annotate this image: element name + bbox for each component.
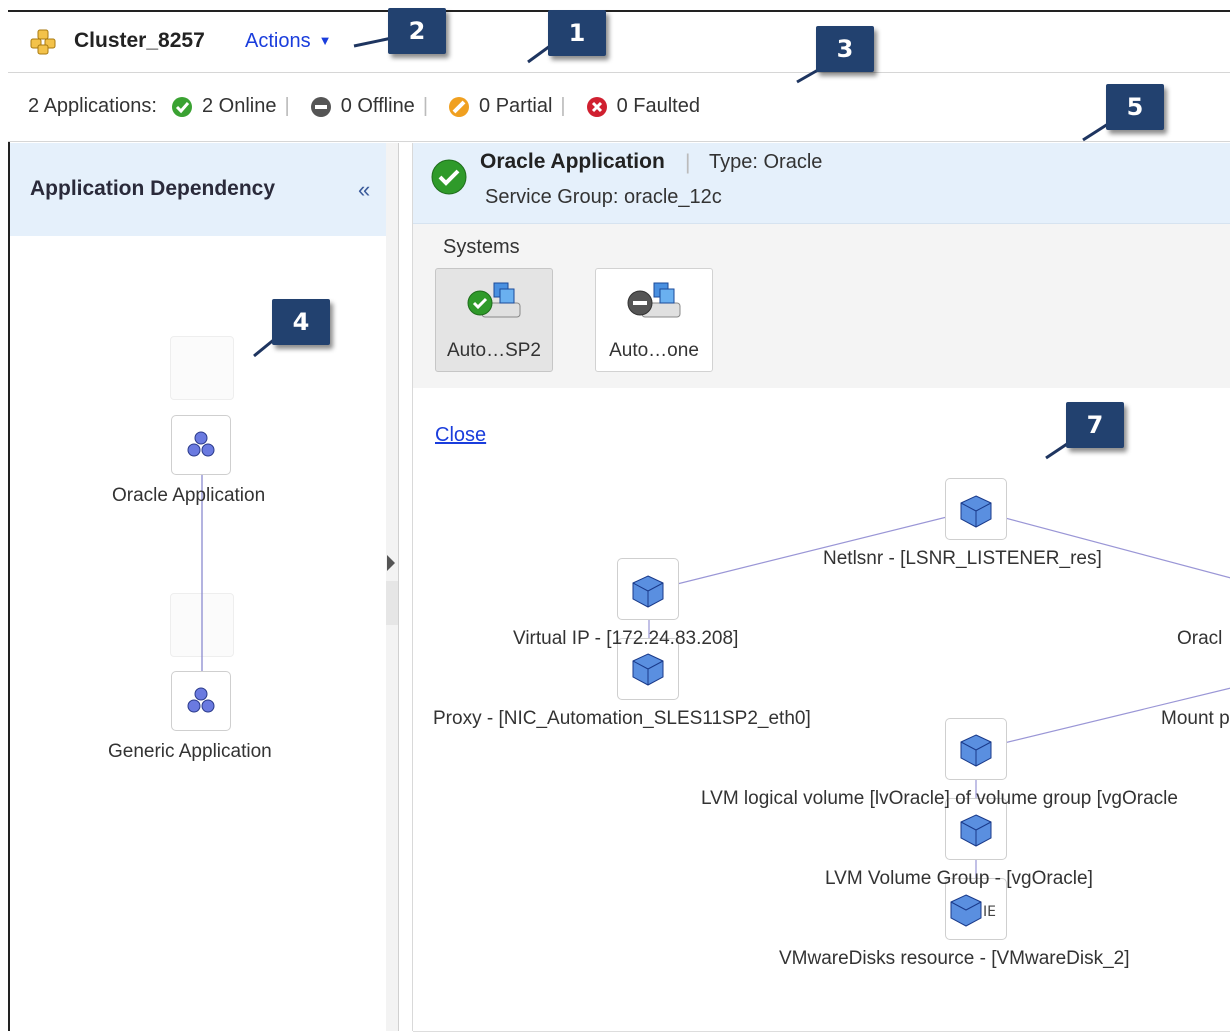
app-node-label: Generic Application <box>108 741 272 762</box>
caret-down-icon: ▼ <box>318 33 332 48</box>
resource-label: Virtual IP - [172.24.83.208] <box>513 628 739 649</box>
cluster-name: Cluster_8257 <box>74 29 205 52</box>
separator: | <box>685 151 691 174</box>
application-details-panel: Oracle Application | Type: Oracle Servic… <box>412 143 1230 1032</box>
online-count[interactable]: 2 Online <box>202 95 277 118</box>
actions-dropdown[interactable]: Actions ▼ <box>245 30 331 53</box>
actions-label: Actions <box>245 30 311 52</box>
application-dependency-panel: Application Dependency « Oracle Applicat… <box>10 143 387 1031</box>
resource-label: LVM Volume Group - [vgOracle] <box>825 868 1093 889</box>
vmware-disk-icon: IE <box>950 894 996 927</box>
system-label: Auto…SP2 <box>447 340 541 361</box>
app-node-oracle[interactable] <box>171 415 231 475</box>
cube-icon <box>960 495 992 528</box>
resource-label: Netlsnr - [LSNR_LISTENER_res] <box>823 548 1102 569</box>
application-icon <box>187 687 215 713</box>
separator: | <box>284 95 290 117</box>
resource-label: VMwareDisks resource - [VMwareDisk_2] <box>779 948 1130 969</box>
systems-label: Systems <box>443 236 520 258</box>
panel-splitter[interactable] <box>386 143 399 1031</box>
resource-label: Proxy - [NIC_Automation_SLES11SP2_eth0] <box>433 708 811 729</box>
system-label: Auto…one <box>609 340 699 361</box>
cube-icon <box>960 734 992 767</box>
dependency-lines <box>201 443 203 703</box>
application-type: Type: Oracle <box>709 151 823 173</box>
cube-icon <box>960 814 992 847</box>
callout-7: 7 <box>1066 402 1124 448</box>
svg-text:IE: IE <box>983 904 996 920</box>
application-name: Oracle Application <box>480 150 665 173</box>
system-offline-icon <box>627 282 681 318</box>
resource-label: LVM logical volume [lvOracle] of volume … <box>701 788 1178 809</box>
system-online-icon <box>467 282 521 318</box>
separator: | <box>422 95 429 117</box>
application-icon <box>187 431 215 457</box>
system-button[interactable]: Auto…SP2 <box>435 268 553 372</box>
resource-label: Oracl <box>1177 628 1223 649</box>
callout-1: 1 <box>548 10 606 56</box>
system-button[interactable]: Auto…one <box>595 268 713 372</box>
expand-arrow-icon[interactable] <box>387 555 395 571</box>
callout-2: 2 <box>388 8 446 54</box>
online-check-icon <box>431 159 467 195</box>
cluster-icon <box>30 29 56 55</box>
applications-count: 2 Applications: <box>28 95 157 117</box>
callout-4: 4 <box>272 299 330 345</box>
app-node-label: Oracle Application <box>112 485 266 506</box>
resource-label: Mount p <box>1161 708 1230 729</box>
partial-count[interactable]: 0 Partial <box>479 95 552 118</box>
service-group: Service Group: oracle_12c <box>485 186 722 208</box>
application-status-bar: 2 Applications: 2 Online | 0 Offline | 0… <box>8 73 1230 142</box>
online-status-icon <box>171 96 192 117</box>
resource-dependency-graph: Close IE Netlsnr - [LSNR_LISTENER_res] V… <box>413 388 1230 1032</box>
offline-status-icon <box>310 96 331 117</box>
cluster-header: Cluster_8257 Actions ▼ <box>8 12 1230 73</box>
callout-5: 5 <box>1106 84 1164 130</box>
cube-icon <box>632 653 664 686</box>
systems-section: Systems Auto…SP2 Auto…one <box>413 224 1230 388</box>
callout-3: 3 <box>816 26 874 72</box>
application-header: Oracle Application | Type: Oracle Servic… <box>413 143 1230 224</box>
offline-count[interactable]: 0 Offline <box>341 95 415 118</box>
cube-icon <box>632 575 664 608</box>
app-node-generic[interactable] <box>171 671 231 731</box>
partial-status-icon <box>449 96 470 117</box>
faulted-status-icon <box>586 96 607 117</box>
separator: | <box>560 95 566 117</box>
faulted-count[interactable]: 0 Faulted <box>617 95 700 118</box>
splitter-handle[interactable] <box>386 581 398 625</box>
